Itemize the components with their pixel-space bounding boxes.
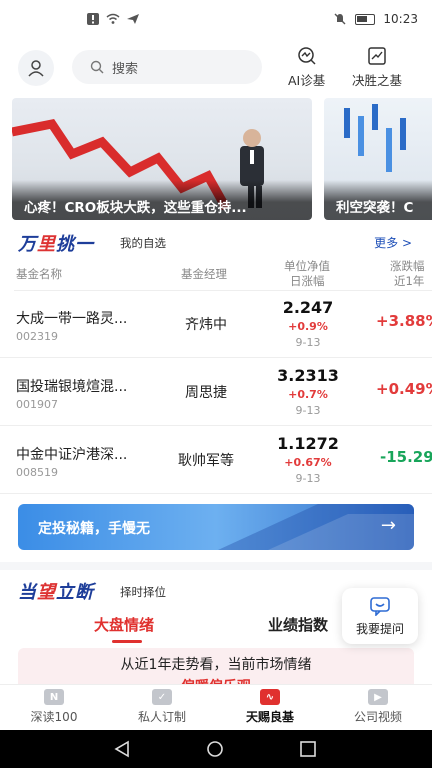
search-icon xyxy=(90,60,104,74)
ai-diagnose-label: AI诊基 xyxy=(288,73,326,88)
back-icon[interactable] xyxy=(112,740,132,758)
custom-icon: ✓ xyxy=(152,689,172,705)
col-head-day-change: 日涨幅 xyxy=(290,274,325,288)
wifi-icon xyxy=(106,13,120,24)
fund-day-change: +0.9% xyxy=(288,320,328,333)
search-input[interactable]: 搜索 xyxy=(72,50,262,84)
nav-item-custom[interactable]: ✓ 私人订制 xyxy=(108,685,216,730)
avatar[interactable] xyxy=(18,50,54,86)
fund-date: 9-13 xyxy=(295,404,321,417)
picks-subtitle: 我的自选 xyxy=(120,236,166,250)
win-fund-label: 决胜之基 xyxy=(352,73,403,88)
status-time: 10:23 xyxy=(383,12,418,26)
send-icon xyxy=(127,14,139,24)
nav-item-deep-read[interactable]: N 深读100 xyxy=(0,685,108,730)
table-row[interactable]: 中金中证沪港深... 008519 耿帅军等 1.1272 +0.67% 9-1… xyxy=(0,428,432,494)
fund-name: 国投瑞银境煊混... xyxy=(16,379,128,395)
fund-name: 大成一带一路灵... xyxy=(16,311,128,327)
fund-year-change: -15.29% xyxy=(380,448,432,466)
bottom-nav: N 深读100 ✓ 私人订制 ∿ 天赐良基 ▶ 公司视频 xyxy=(0,684,432,730)
fund-code: 001907 xyxy=(16,398,58,411)
promo-banner[interactable]: 定投秘籍，手慢无 → xyxy=(18,504,414,550)
fund-year-change: +3.88% xyxy=(376,312,432,330)
trend-chart-icon xyxy=(368,47,386,65)
fund-day-change: +0.67% xyxy=(284,456,332,469)
search-placeholder: 搜索 xyxy=(112,61,139,77)
market-mood-text: 从近1年走势看，当前市场情绪 xyxy=(120,657,312,673)
user-icon xyxy=(28,60,44,77)
tab-market-mood[interactable]: 大盘情绪 xyxy=(94,614,154,635)
header-divider xyxy=(14,290,432,291)
fund-manager: 周思捷 xyxy=(185,385,227,401)
table-row[interactable]: 国投瑞银境煊混... 001907 周思捷 3.2313 +0.7% 9-13 … xyxy=(0,360,432,426)
timing-subtitle: 择时择位 xyxy=(120,585,166,599)
status-bar: 10:23 xyxy=(0,0,432,40)
fund-day-change: +0.7% xyxy=(288,388,328,401)
col-head-name: 基金名称 xyxy=(16,267,62,281)
news-banner-2-caption: 利空突袭！C xyxy=(324,180,432,220)
col-head-year: 近1年 xyxy=(394,274,425,288)
col-head-change: 涨跌幅 xyxy=(390,259,425,273)
fund-nav: 2.247 xyxy=(282,298,334,317)
ai-diagnose-button[interactable]: AI诊基 xyxy=(288,46,325,89)
market-mood-card: 从近1年走势看，当前市场情绪 偏暖偏乐观 xyxy=(18,648,414,688)
fund-date: 9-13 xyxy=(295,336,321,349)
fund-picks-icon: ∿ xyxy=(260,689,280,705)
win-fund-button[interactable]: 决胜之基 xyxy=(352,46,402,89)
status-right: 10:23 xyxy=(333,12,418,26)
fund-code: 002319 xyxy=(16,330,58,343)
chat-bubble-icon xyxy=(370,596,390,616)
deep-read-icon: N xyxy=(44,689,64,705)
alert-icon xyxy=(87,13,99,25)
video-icon: ▶ xyxy=(368,689,388,705)
fund-name: 中金中证沪港深... xyxy=(16,447,128,463)
news-banner-1[interactable]: 心疼！CRO板块大跌，这些重仓持... xyxy=(12,98,312,220)
picks-section-header: 万里挑一 我的自选 更多 > xyxy=(0,228,432,256)
mute-icon xyxy=(334,13,346,25)
more-link[interactable]: 更多 > xyxy=(374,234,412,251)
fund-nav: 3.2313 xyxy=(277,366,339,385)
nav-label: 公司视频 xyxy=(353,710,402,724)
ai-diagnose-icon xyxy=(297,47,316,65)
col-head-manager: 基金经理 xyxy=(181,267,227,281)
nav-label: 天赐良基 xyxy=(245,710,294,724)
home-icon[interactable] xyxy=(205,740,225,758)
arrow-right-icon: → xyxy=(380,515,396,536)
news-banner-1-caption: 心疼！CRO板块大跌，这些重仓持... xyxy=(12,180,312,220)
col-head-nav: 单位净值 xyxy=(284,259,330,273)
system-nav-bar xyxy=(0,730,432,768)
tab-performance-index[interactable]: 业绩指数 xyxy=(268,614,328,635)
fund-year-change: +0.49% xyxy=(376,380,432,398)
fund-nav: 1.1272 xyxy=(277,434,339,453)
news-banner-2[interactable]: 利空突袭！C xyxy=(324,98,432,220)
promo-text: 定投秘籍，手慢无 xyxy=(38,521,150,537)
active-tab-indicator xyxy=(112,640,142,643)
section-gap xyxy=(0,562,432,570)
nav-label: 深读100 xyxy=(30,710,78,724)
nav-item-fund-picks[interactable]: ∿ 天赐良基 xyxy=(216,685,324,730)
fund-code: 008519 xyxy=(16,466,58,479)
ask-question-button[interactable]: 我要提问 xyxy=(342,588,418,644)
nav-item-video[interactable]: ▶ 公司视频 xyxy=(324,685,432,730)
ask-question-label: 我要提问 xyxy=(355,621,404,636)
recents-icon[interactable] xyxy=(298,740,318,758)
fund-table-header: 基金名称 基金经理 单位净值 日涨幅 涨跌幅 近1年 xyxy=(0,258,432,290)
battery-icon xyxy=(355,13,376,25)
fund-manager: 齐炜中 xyxy=(185,317,227,333)
fund-manager: 耿帅军等 xyxy=(178,453,234,469)
status-left-icons xyxy=(86,12,140,26)
nav-label: 私人订制 xyxy=(137,710,186,724)
fund-date: 9-13 xyxy=(295,472,321,485)
top-header: 搜索 AI诊基 决胜之基 xyxy=(0,44,432,92)
picks-brand-logo: 万里挑一 xyxy=(18,234,94,255)
timing-brand-logo: 当望立断 xyxy=(18,582,94,603)
table-row[interactable]: 大成一带一路灵... 002319 齐炜中 2.247 +0.9% 9-13 +… xyxy=(0,292,432,358)
